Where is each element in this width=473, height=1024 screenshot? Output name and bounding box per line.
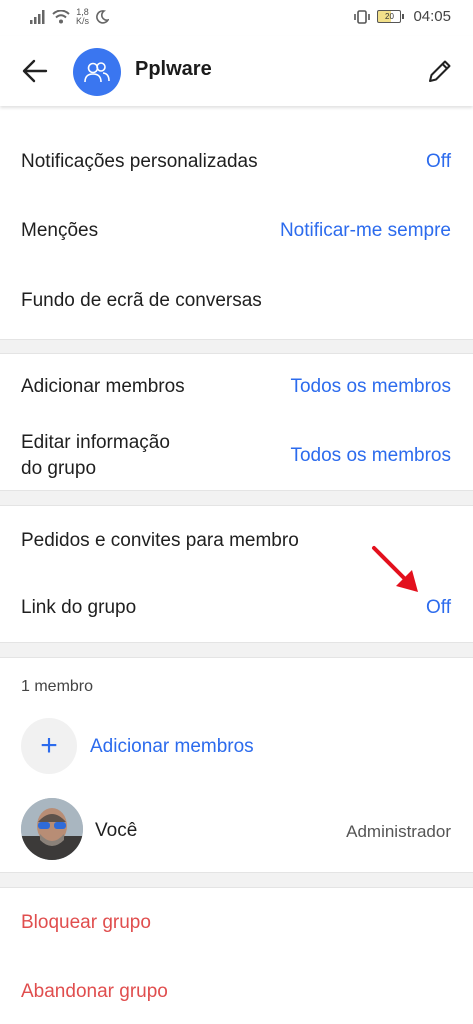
custom-notifications-label: Notificações personalizadas <box>21 151 258 172</box>
section-divider <box>0 872 473 888</box>
edit-group-info-row[interactable]: Editar informação do grupo Todos os memb… <box>0 428 473 484</box>
status-bar: 1,8 K/s 20 04:05 <box>0 0 473 36</box>
section-divider <box>0 339 473 354</box>
member-requests-label: Pedidos e convites para membro <box>21 530 299 551</box>
section-divider <box>0 490 473 506</box>
add-members-permission-value: Todos os membros <box>290 376 451 397</box>
add-members-row[interactable]: + Adicionar membros <box>0 716 473 776</box>
custom-notifications-value: Off <box>426 151 451 172</box>
group-avatar[interactable] <box>73 48 121 96</box>
add-members-permission-label: Adicionar membros <box>21 376 185 397</box>
edit-group-info-line2: do grupo <box>21 458 97 479</box>
member-role: Administrador <box>346 822 451 841</box>
chat-wallpaper-label: Fundo de ecrã de conversas <box>21 290 262 311</box>
status-right: 20 04:05 <box>353 8 451 25</box>
annotation-arrow-icon <box>372 546 418 592</box>
vibrate-icon <box>354 9 371 24</box>
edit-group-info-label: Editar informação do grupo <box>21 430 170 482</box>
battery-icon: 20 <box>377 10 405 23</box>
avatar <box>21 798 83 860</box>
plus-icon: + <box>21 718 77 774</box>
edit-group-info-value: Todos os membros <box>290 445 451 466</box>
member-count: 1 membro <box>21 678 94 695</box>
custom-notifications-row[interactable]: Notificações personalizadas Off <box>0 135 473 189</box>
member-name: Você <box>95 820 138 841</box>
add-members-permission-row[interactable]: Adicionar membros Todos os membros <box>0 362 473 416</box>
leave-group-row[interactable]: Abandonar grupo <box>0 966 473 1020</box>
mentions-value: Notificar-me sempre <box>279 220 451 241</box>
leave-group-button[interactable]: Abandonar grupo <box>21 979 168 1005</box>
net-speed: 1,8 K/s <box>76 8 89 26</box>
group-link-value: Off <box>426 597 451 618</box>
clock: 04:05 <box>413 8 451 25</box>
group-title: Pplware <box>135 58 212 80</box>
signal-icon <box>30 10 45 24</box>
add-members-label: Adicionar membros <box>90 736 254 757</box>
pencil-icon[interactable] <box>425 56 455 86</box>
net-speed-unit: K/s <box>76 16 90 26</box>
block-group-button[interactable]: Bloquear grupo <box>21 910 151 936</box>
group-icon <box>84 62 110 83</box>
wifi-icon <box>52 10 70 24</box>
member-row[interactable]: Você Administrador <box>0 798 473 864</box>
mentions-label: Menções <box>21 220 99 241</box>
arrow-left-icon[interactable] <box>20 56 50 86</box>
member-photo <box>21 798 83 860</box>
section-divider <box>0 642 473 658</box>
status-left: 1,8 K/s <box>30 8 110 26</box>
block-group-row[interactable]: Bloquear grupo <box>0 896 473 950</box>
chat-wallpaper-row[interactable]: Fundo de ecrã de conversas <box>0 274 473 328</box>
moon-icon <box>96 10 110 24</box>
group-link-label: Link do grupo <box>21 597 137 618</box>
mentions-row[interactable]: Menções Notificar-me sempre <box>0 204 473 258</box>
edit-group-info-line1: Editar informação <box>21 432 170 453</box>
app-bar: Pplware <box>0 36 473 106</box>
